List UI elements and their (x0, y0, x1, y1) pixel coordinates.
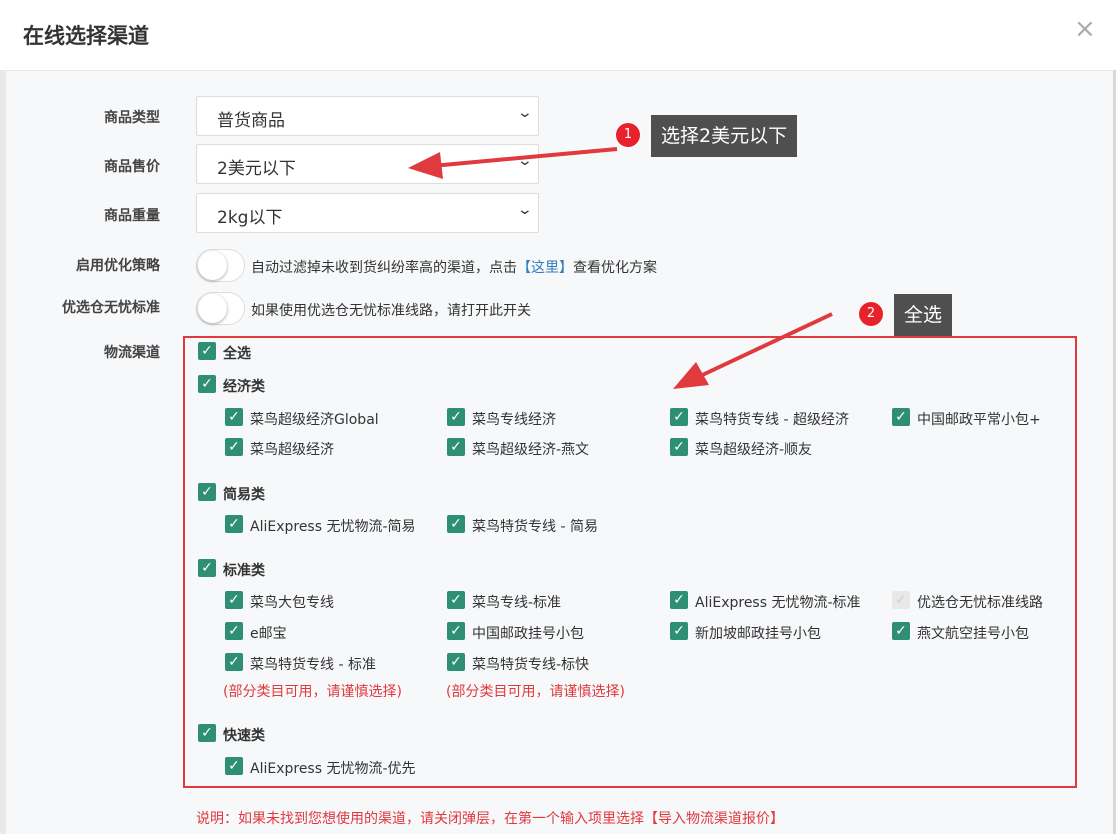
arrow-line-1 (431, 147, 618, 168)
arrow-line-2 (695, 312, 833, 380)
annotation-tip-2: 全选 (894, 294, 953, 336)
arrow-head-1 (408, 152, 443, 179)
annotation-badge-1: 1 (615, 122, 641, 148)
annotation-tip-1: 选择2美元以下 (651, 115, 798, 157)
annotation-badge-2: 2 (858, 301, 884, 327)
arrow-head-2 (673, 362, 709, 389)
channel-dialog: 在线选择渠道 × 商品类型 普货商品 ⌄ 商品售价 2美元以下 ⌄ 商品重量 2… (0, 0, 1116, 834)
annotation-arrows (408, 147, 833, 389)
